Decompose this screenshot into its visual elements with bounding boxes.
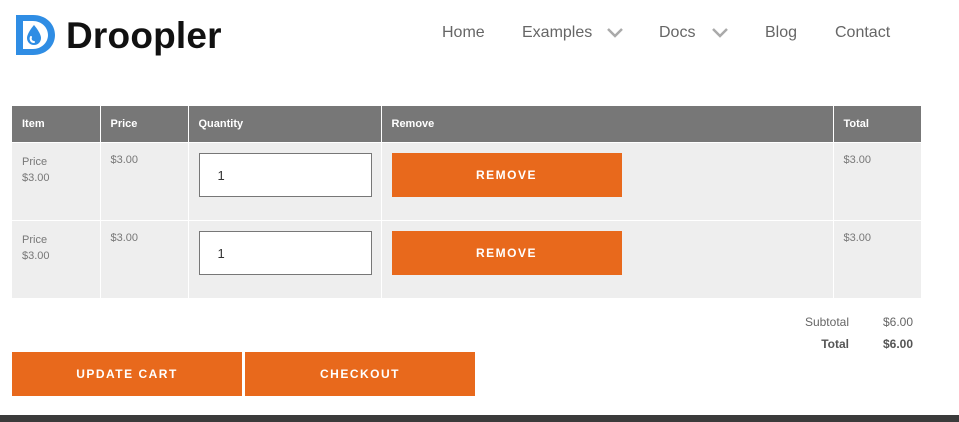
total-row: Total $6.00 bbox=[769, 333, 913, 355]
column-header-price: Price bbox=[100, 106, 189, 143]
column-header-total: Total bbox=[833, 106, 921, 143]
brand-name: Droopler bbox=[66, 14, 222, 56]
total-value: $6.00 bbox=[882, 337, 913, 351]
price-cell: $3.00 bbox=[100, 220, 189, 298]
nav-blog[interactable]: Blog bbox=[765, 24, 797, 42]
nav-examples[interactable]: Examples bbox=[522, 24, 623, 42]
total-label: Total bbox=[821, 337, 849, 351]
subtotal-label: Subtotal bbox=[804, 315, 849, 329]
item-label: Price bbox=[22, 156, 48, 168]
column-header-quantity: Quantity bbox=[188, 106, 382, 143]
remove-cell: REMOVE bbox=[381, 142, 834, 221]
footer-bar bbox=[0, 415, 959, 422]
quantity-input[interactable] bbox=[198, 231, 372, 275]
cart-table: Item Price Quantity Remove Total Price $… bbox=[12, 106, 921, 298]
checkout-button[interactable]: CHECKOUT bbox=[245, 352, 475, 396]
site-logo[interactable]: Droopler bbox=[13, 12, 222, 58]
remove-cell: REMOVE bbox=[381, 220, 834, 298]
nav-home-label: Home bbox=[442, 24, 485, 41]
remove-button[interactable]: REMOVE bbox=[391, 153, 622, 197]
chevron-down-icon[interactable] bbox=[711, 23, 729, 43]
quantity-input[interactable] bbox=[198, 153, 372, 197]
nav-home[interactable]: Home bbox=[442, 24, 485, 42]
droopler-logo-icon bbox=[16, 15, 55, 55]
table-row: Price $3.00 $3.00 REMOVE $3.00 bbox=[12, 142, 921, 221]
column-header-remove: Remove bbox=[381, 106, 834, 143]
price-cell: $3.00 bbox=[100, 142, 189, 221]
item-cell: Price $3.00 bbox=[12, 220, 101, 298]
subtotal-value: $6.00 bbox=[882, 315, 913, 329]
chevron-down-icon[interactable] bbox=[606, 23, 624, 43]
total-cell: $3.00 bbox=[833, 142, 921, 221]
subtotal-row: Subtotal $6.00 bbox=[769, 311, 913, 333]
quantity-cell bbox=[188, 220, 382, 298]
nav-docs[interactable]: Docs bbox=[659, 24, 728, 42]
nav-contact-label: Contact bbox=[835, 24, 891, 41]
table-row: Price $3.00 $3.00 REMOVE $3.00 bbox=[12, 220, 921, 298]
item-price: $3.00 bbox=[22, 172, 50, 184]
cart-totals: Subtotal $6.00 Total $6.00 bbox=[769, 311, 913, 355]
total-cell: $3.00 bbox=[833, 220, 921, 298]
item-label: Price bbox=[22, 234, 48, 246]
item-price: $3.00 bbox=[22, 250, 50, 262]
column-header-item: Item bbox=[12, 106, 101, 143]
quantity-cell bbox=[188, 142, 382, 221]
remove-button[interactable]: REMOVE bbox=[391, 231, 622, 275]
nav-docs-label: Docs bbox=[659, 24, 696, 41]
nav-examples-label: Examples bbox=[522, 24, 593, 41]
item-cell: Price $3.00 bbox=[12, 142, 101, 221]
update-cart-button[interactable]: UPDATE CART bbox=[12, 352, 242, 396]
nav-blog-label: Blog bbox=[765, 24, 798, 41]
nav-contact[interactable]: Contact bbox=[835, 24, 890, 42]
table-header-row: Item Price Quantity Remove Total bbox=[12, 106, 921, 143]
